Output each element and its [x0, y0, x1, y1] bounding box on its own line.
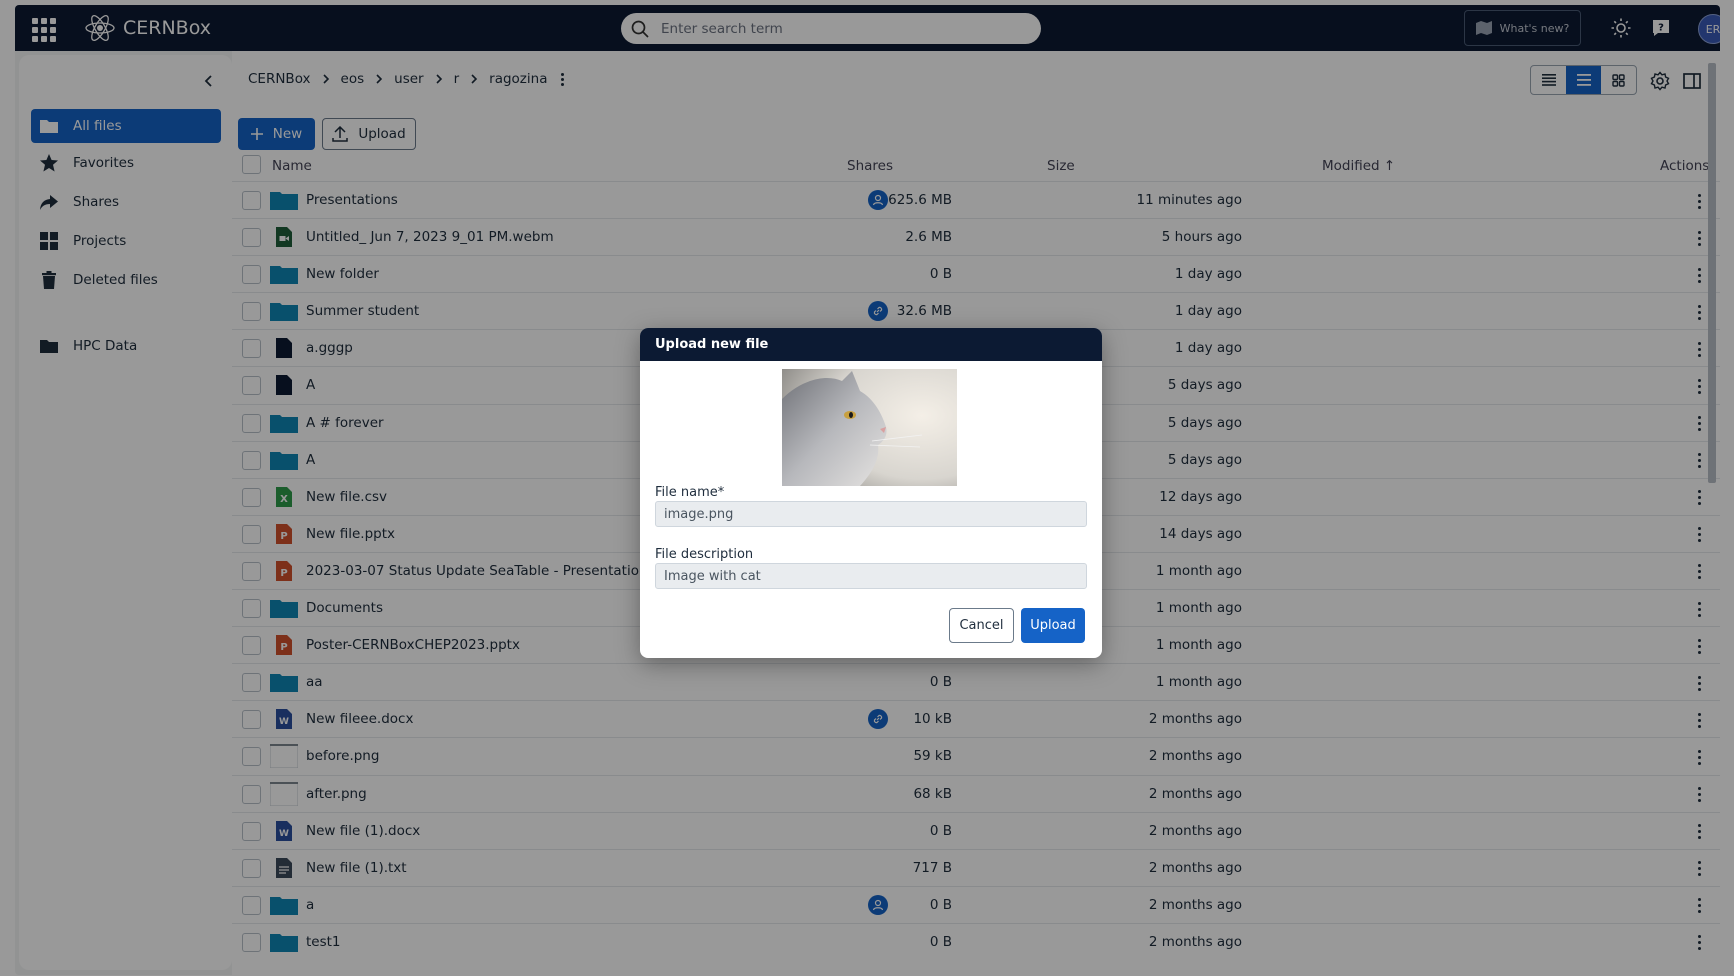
file-name-field[interactable] [655, 501, 1087, 527]
dialog-title: Upload new file [640, 328, 1102, 361]
file-description-field[interactable] [655, 563, 1087, 589]
confirm-upload-button[interactable]: Upload [1021, 608, 1085, 643]
file-name-label: File name* [655, 485, 725, 500]
image-preview [782, 369, 957, 486]
cancel-button[interactable]: Cancel [949, 608, 1014, 643]
file-description-label: File description [655, 547, 754, 562]
upload-dialog: Upload new file File name* image.png Fil… [640, 328, 1102, 658]
